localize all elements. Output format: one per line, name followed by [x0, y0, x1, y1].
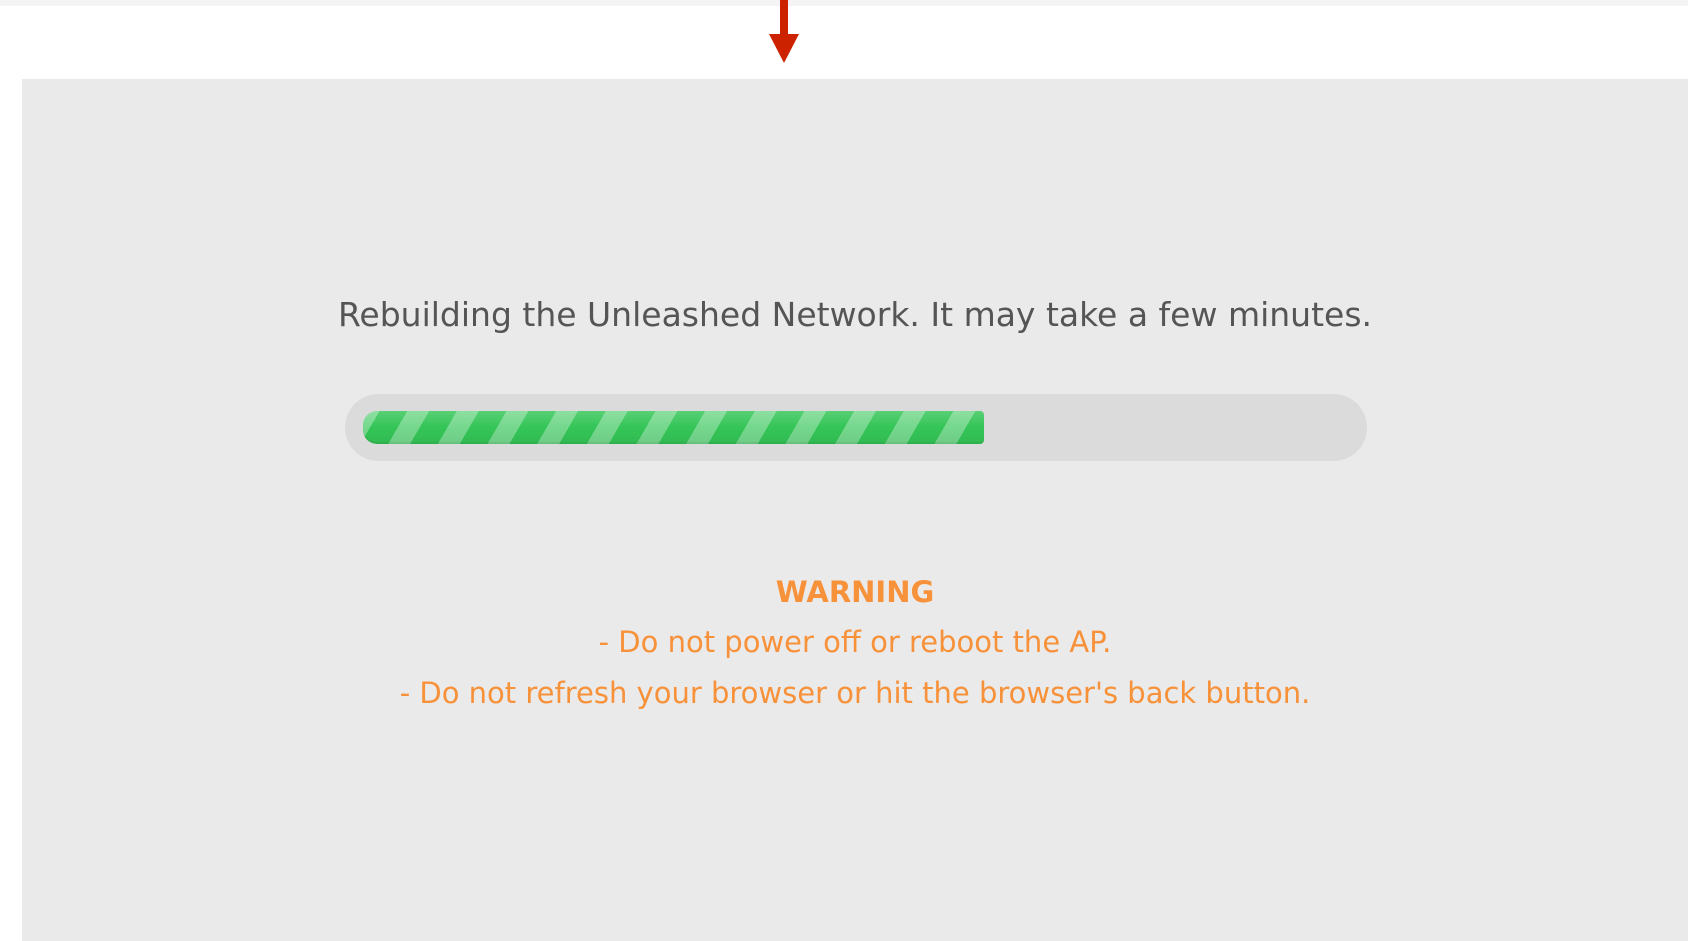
- warning-title: WARNING: [775, 575, 935, 609]
- warning-line-refresh: - Do not refresh your browser or hit the…: [399, 676, 1311, 710]
- down-arrow-icon: [769, 0, 799, 63]
- progress-bar-fill: [363, 411, 984, 444]
- warning-line-power: - Do not power off or reboot the AP.: [598, 625, 1112, 659]
- progress-panel: Rebuilding the Unleashed Network. It may…: [22, 79, 1688, 941]
- top-strip: [0, 0, 1688, 6]
- warning-block: WARNING - Do not power off or reboot the…: [22, 567, 1688, 719]
- progress-bar: [345, 394, 1367, 461]
- status-message: Rebuilding the Unleashed Network. It may…: [337, 295, 1373, 334]
